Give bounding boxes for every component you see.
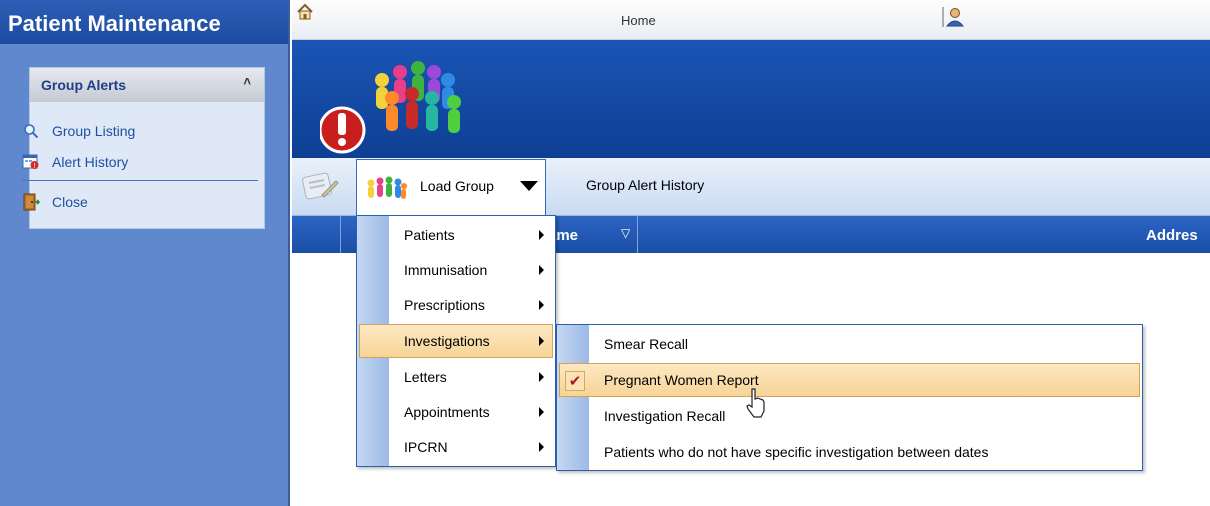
- collapse-chevron-icon[interactable]: ˄: [243, 74, 251, 89]
- menu-item-label: Pregnant Women Report: [604, 372, 759, 388]
- dropdown-caret-icon[interactable]: [520, 181, 538, 191]
- menu-item-appointments[interactable]: Appointments: [359, 395, 553, 429]
- load-group-button[interactable]: Load Group: [356, 159, 546, 215]
- menu-item-letters[interactable]: Letters: [359, 360, 553, 394]
- close-door-icon: [22, 193, 40, 211]
- group-alerts-header-label: Group Alerts: [41, 77, 127, 93]
- column-separator: [637, 216, 638, 253]
- menu-item-patients[interactable]: Patients: [359, 218, 553, 252]
- menu-item-investigation-recall[interactable]: Investigation Recall: [559, 399, 1140, 433]
- menu-item-pregnant-women-report[interactable]: ✔ Pregnant Women Report: [559, 363, 1140, 397]
- menu-item-label: Prescriptions: [404, 297, 485, 313]
- user-icon[interactable]: [942, 6, 966, 28]
- menu-item-label: Letters: [404, 369, 447, 385]
- filter-icon[interactable]: ▽: [621, 226, 630, 240]
- menu-item-investigations[interactable]: Investigations: [359, 324, 553, 358]
- menu-item-label: Appointments: [404, 404, 490, 420]
- panel-divider: [22, 180, 258, 181]
- group-alert-history-button[interactable]: Group Alert History: [586, 177, 704, 193]
- menu-item-smear-recall[interactable]: Smear Recall: [559, 327, 1140, 361]
- sidebar-item-group-listing[interactable]: Group Listing: [22, 121, 135, 141]
- investigations-submenu: Smear Recall ✔ Pregnant Women Report Inv…: [556, 324, 1143, 471]
- sidebar-title: Patient Maintenance: [0, 0, 288, 44]
- submenu-arrow-icon: [539, 300, 544, 310]
- home-link[interactable]: Home: [621, 13, 656, 28]
- group-people-icon: [364, 175, 408, 201]
- magnifier-icon: [22, 122, 40, 140]
- menu-item-patients-without-investigation[interactable]: Patients who do not have specific invest…: [559, 435, 1140, 469]
- sidebar-item-close[interactable]: Close: [22, 192, 88, 212]
- home-icon[interactable]: [296, 3, 314, 21]
- group-alert-logo: [320, 61, 461, 154]
- sidebar-item-label: Group Listing: [52, 123, 136, 139]
- submenu-arrow-icon: [539, 336, 544, 346]
- column-separator: [340, 216, 341, 253]
- menu-item-label: Patients who do not have specific invest…: [604, 444, 989, 460]
- sidebar-item-label: Alert History: [52, 154, 129, 170]
- edit-notepad-icon[interactable]: [300, 171, 340, 203]
- sidebar-item-label: Close: [52, 194, 88, 210]
- alert-history-icon: !: [22, 153, 40, 171]
- submenu-arrow-icon: [539, 372, 544, 382]
- menu-item-label: Patients: [404, 227, 455, 243]
- group-alerts-header[interactable]: Group Alerts ˄: [30, 68, 264, 102]
- menu-item-label: Smear Recall: [604, 336, 689, 352]
- sidebar: Patient Maintenance Group Alerts ˄ Group…: [0, 0, 290, 506]
- menu-item-immunisation[interactable]: Immunisation: [359, 253, 553, 287]
- toolbar: Load Group Group Alert History: [292, 158, 1210, 216]
- menu-item-label: IPCRN: [404, 439, 448, 455]
- menu-item-label: Immunisation: [404, 262, 488, 278]
- sidebar-item-alert-history[interactable]: ! Alert History: [22, 152, 128, 172]
- load-group-menu: Patients Immunisation Prescriptions Inve…: [356, 215, 556, 467]
- menu-item-prescriptions[interactable]: Prescriptions: [359, 288, 553, 322]
- submenu-arrow-icon: [539, 407, 544, 417]
- checkmark-icon: ✔: [565, 371, 585, 391]
- submenu-arrow-icon: [539, 230, 544, 240]
- svg-text:!: !: [33, 162, 36, 170]
- menu-item-ipcrn[interactable]: IPCRN: [359, 430, 553, 464]
- submenu-arrow-icon: [539, 265, 544, 275]
- menu-item-label: Investigation Recall: [604, 408, 726, 424]
- column-header-address[interactable]: Addres: [1146, 227, 1198, 244]
- load-group-label: Load Group: [420, 178, 494, 194]
- banner: [292, 40, 1210, 158]
- menu-item-label: Investigations: [404, 333, 490, 349]
- top-bar: Home: [292, 0, 1210, 40]
- mouse-pointer-icon: [746, 388, 765, 418]
- submenu-arrow-icon: [539, 442, 544, 452]
